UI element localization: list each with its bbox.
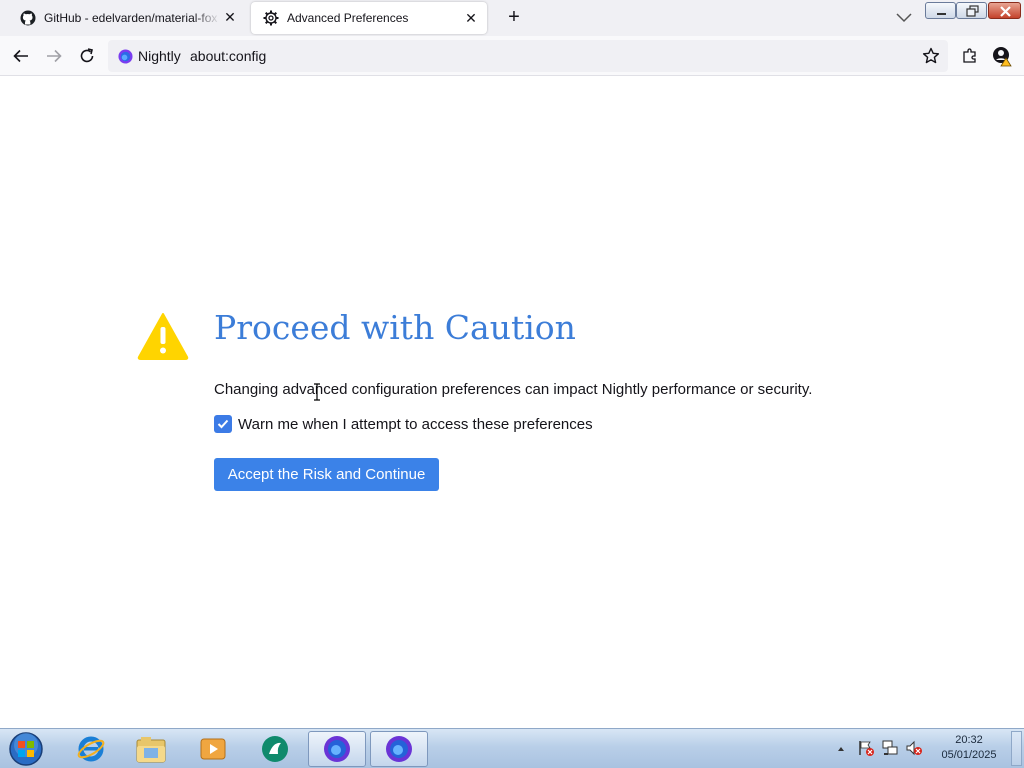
- navigation-toolbar: Nightly about:config: [0, 36, 1024, 76]
- reload-icon: [80, 48, 94, 63]
- folder-icon: [136, 737, 166, 763]
- warn-checkbox-row[interactable]: Warn me when I attempt to access these p…: [214, 415, 593, 433]
- tab-github[interactable]: GitHub - edelvarden/material-fox ✕: [8, 0, 246, 35]
- warn-checkbox[interactable]: [214, 415, 232, 433]
- internet-explorer-taskbar-button[interactable]: [62, 731, 120, 767]
- tab-strip: GitHub - edelvarden/material-fox ✕ Advan…: [0, 0, 1024, 36]
- url-text[interactable]: about:config: [190, 48, 266, 64]
- network-icon[interactable]: [881, 739, 899, 757]
- forward-button[interactable]: [42, 44, 66, 68]
- back-button[interactable]: [9, 44, 33, 68]
- accept-risk-button[interactable]: Accept the Risk and Continue: [214, 458, 439, 491]
- back-arrow-icon: [13, 49, 28, 63]
- puzzle-icon: [963, 48, 976, 63]
- firefox-nightly-taskbar-button[interactable]: [308, 731, 366, 767]
- firefox-nightly-icon: [386, 736, 412, 762]
- show-hidden-icons-icon[interactable]: [836, 741, 846, 751]
- nightly-logo-icon: [118, 48, 133, 64]
- action-center-flag-icon[interactable]: [857, 739, 875, 757]
- windows-orb-icon: [9, 732, 43, 766]
- app-icon: [262, 736, 288, 762]
- identity-label: Nightly: [138, 48, 181, 64]
- warning-description: Changing advanced configuration preferen…: [214, 381, 813, 398]
- account-button[interactable]: [990, 44, 1014, 68]
- show-desktop-button[interactable]: [1011, 731, 1022, 766]
- media-player-taskbar-button[interactable]: [184, 731, 242, 767]
- tab-title: GitHub - edelvarden/material-fox: [44, 10, 218, 25]
- restore-window-button[interactable]: [956, 2, 987, 19]
- identity-box[interactable]: Nightly: [118, 48, 181, 64]
- warning-icon: [137, 312, 189, 360]
- minimize-window-button[interactable]: [925, 2, 956, 19]
- clock-time: 20:32: [955, 734, 983, 746]
- list-all-tabs-chevron-icon[interactable]: [894, 8, 914, 26]
- account-warning-icon: [993, 47, 1012, 67]
- reload-button[interactable]: [75, 44, 99, 68]
- text-cursor-icon: [313, 383, 321, 401]
- internet-explorer-icon: [77, 736, 105, 762]
- close-tab-icon[interactable]: ✕: [220, 8, 240, 28]
- checkmark-icon: [217, 419, 229, 429]
- volume-muted-icon[interactable]: [905, 739, 923, 757]
- media-player-icon: [200, 738, 226, 760]
- tab-title: Advanced Preferences: [287, 11, 409, 25]
- extensions-button[interactable]: [958, 44, 982, 68]
- forward-arrow-icon: [47, 49, 62, 63]
- github-icon: [20, 10, 36, 26]
- bookmark-star-button[interactable]: [919, 44, 943, 68]
- start-button[interactable]: [6, 731, 46, 767]
- gear-icon: [263, 10, 279, 26]
- page-title: Proceed with Caution: [214, 308, 576, 347]
- new-tab-button[interactable]: +: [502, 7, 526, 29]
- warn-checkbox-label[interactable]: Warn me when I attempt to access these p…: [238, 416, 593, 433]
- close-tab-icon[interactable]: ✕: [461, 8, 481, 28]
- star-icon: [922, 47, 940, 64]
- windows-explorer-taskbar-button[interactable]: [122, 731, 180, 767]
- firefox-nightly-icon: [324, 736, 350, 762]
- clock-date: 05/01/2025: [941, 749, 997, 761]
- system-clock[interactable]: 20:32 05/01/2025: [936, 733, 1002, 763]
- close-window-button[interactable]: [988, 2, 1021, 19]
- url-bar[interactable]: Nightly about:config: [108, 40, 948, 72]
- tab-advanced-preferences[interactable]: Advanced Preferences ✕: [251, 2, 487, 34]
- firefox-nightly-taskbar-button[interactable]: [370, 731, 428, 767]
- app-taskbar-button[interactable]: [246, 731, 304, 767]
